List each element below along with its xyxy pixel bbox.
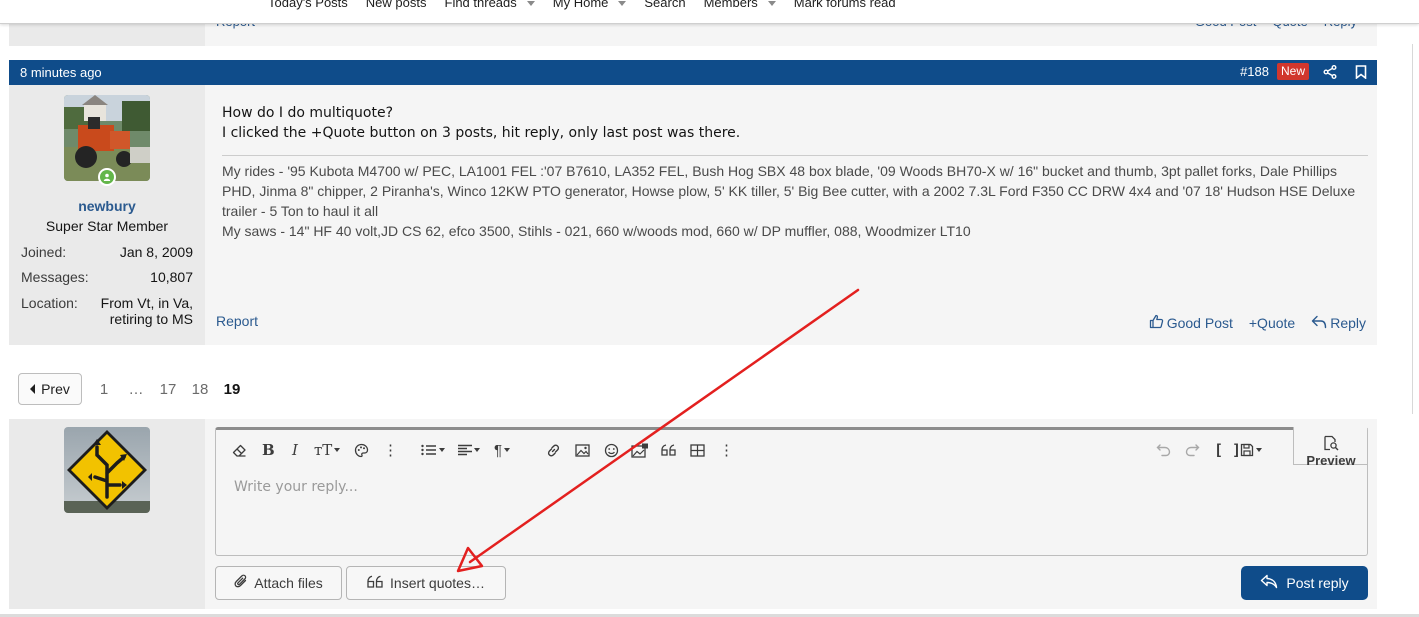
post-number-link[interactable]: #188 (1240, 64, 1269, 79)
nav-todays-posts[interactable]: Today's Posts (268, 0, 348, 10)
reply-arrow-icon (1260, 574, 1278, 592)
prev-page-button[interactable]: Prev (18, 373, 82, 405)
quote-icon[interactable] (661, 440, 677, 460)
italic-icon[interactable]: I (292, 440, 298, 460)
image-icon[interactable] (575, 440, 590, 460)
post-body: newbury Super Star Member Joined: Jan 8,… (9, 85, 1377, 345)
post-timestamp[interactable]: 8 minutes ago (20, 65, 102, 80)
post-message-line: I clicked the +Quote button on 3 posts, … (222, 125, 741, 141)
chevron-down-icon[interactable] (526, 1, 535, 6)
undo-icon[interactable] (1156, 440, 1171, 460)
page-link-18[interactable]: 18 (190, 381, 210, 398)
table-icon[interactable] (690, 440, 705, 460)
page-current-19: 19 (223, 380, 241, 398)
page-edge-rule (1412, 44, 1413, 414)
quote-icon (367, 575, 384, 591)
reply-arrow-icon (1311, 315, 1327, 332)
eraser-icon[interactable] (232, 440, 247, 460)
user-stat-messages: Messages: 10,807 (21, 269, 193, 285)
reply-user-cell (9, 419, 205, 609)
post-header: 8 minutes ago #188 New (9, 60, 1377, 85)
post-signature: My rides - '95 Kubota M4700 w/ PEC, LA10… (222, 155, 1368, 241)
media-icon[interactable] (631, 440, 649, 460)
post-message-content: How do I do multiquote? I clicked the +Q… (222, 103, 740, 143)
paragraph-icon[interactable]: ¶ (494, 440, 511, 460)
page-link-17[interactable]: 17 (158, 381, 178, 398)
chevron-left-icon (30, 384, 36, 394)
chevron-down-icon[interactable] (767, 1, 776, 6)
nav-find-threads[interactable]: Find threads (445, 0, 535, 10)
nav-members[interactable]: Members (704, 0, 776, 10)
reply-input-placeholder: Write your reply... (234, 479, 358, 495)
page-link-1[interactable]: 1 (94, 381, 114, 398)
post-actions: Good Post +Quote Reply (1149, 314, 1366, 332)
top-navigation-bar: Today's Posts New posts Find threads My … (0, 0, 1419, 24)
quick-reply: B I тT ⋮ ¶ ⋮ [ ] Preview Write your repl… (9, 419, 1377, 609)
user-stat-joined: Joined: Jan 8, 2009 (21, 244, 193, 260)
post-message-line: How do I do multiquote? (222, 105, 394, 121)
bold-icon[interactable]: B (262, 440, 275, 460)
smiley-icon[interactable] (604, 440, 619, 460)
palette-icon[interactable] (354, 440, 369, 460)
post-user-cell: newbury Super Star Member Joined: Jan 8,… (9, 85, 205, 345)
more-options-icon[interactable]: ⋮ (719, 440, 734, 460)
bookmark-icon[interactable] (1355, 64, 1367, 79)
nav-search[interactable]: Search (644, 0, 685, 10)
insert-quotes-button[interactable]: Insert quotes… (346, 566, 506, 600)
online-status-indicator (98, 168, 116, 186)
chevron-down-icon[interactable] (618, 1, 627, 6)
nav-my-home[interactable]: My Home (553, 0, 627, 10)
list-icon[interactable] (421, 440, 445, 460)
quote-button[interactable]: +Quote (1249, 314, 1295, 332)
username-link[interactable]: newbury (9, 198, 205, 214)
more-options-icon[interactable]: ⋮ (383, 440, 398, 460)
reply-button[interactable]: Reply (1311, 314, 1366, 332)
post-reply-button[interactable]: Post reply (1241, 566, 1368, 600)
good-post-button[interactable]: Good Post (1149, 314, 1233, 332)
new-badge: New (1276, 63, 1309, 80)
share-icon[interactable] (1323, 64, 1337, 79)
paperclip-icon (234, 574, 248, 592)
preview-icon (1323, 435, 1339, 454)
attach-files-button[interactable]: Attach files (215, 566, 342, 600)
current-user-avatar[interactable] (64, 427, 150, 513)
report-link[interactable]: Report (216, 313, 258, 329)
nav-mark-forums-read[interactable]: Mark forums read (794, 0, 896, 10)
editor-toolbar: B I тT ⋮ ¶ ⋮ [ ] Preview (216, 427, 1367, 470)
reply-editor[interactable]: B I тT ⋮ ¶ ⋮ [ ] Preview Write your repl… (215, 427, 1368, 556)
pagination: Prev 1 … 17 18 19 (18, 373, 242, 405)
page-skip[interactable]: … (126, 381, 146, 398)
forum-thread-page: Report Good Post Quote Reply Today's Pos… (0, 0, 1419, 617)
preview-button[interactable]: Preview (1293, 427, 1367, 468)
bbcode-toggle-icon[interactable]: [ ] (1214, 440, 1241, 460)
user-stat-location: Location: From Vt, in Va, retiring to MS (21, 295, 193, 327)
user-title: Super Star Member (45, 218, 169, 234)
align-icon[interactable] (458, 440, 480, 460)
link-icon[interactable] (546, 440, 561, 460)
nav-new-posts[interactable]: New posts (366, 0, 427, 10)
redo-icon[interactable] (1185, 440, 1200, 460)
text-size-icon[interactable]: тT (314, 440, 341, 460)
thumbs-up-icon (1149, 314, 1164, 332)
drafts-icon[interactable] (1240, 440, 1262, 460)
